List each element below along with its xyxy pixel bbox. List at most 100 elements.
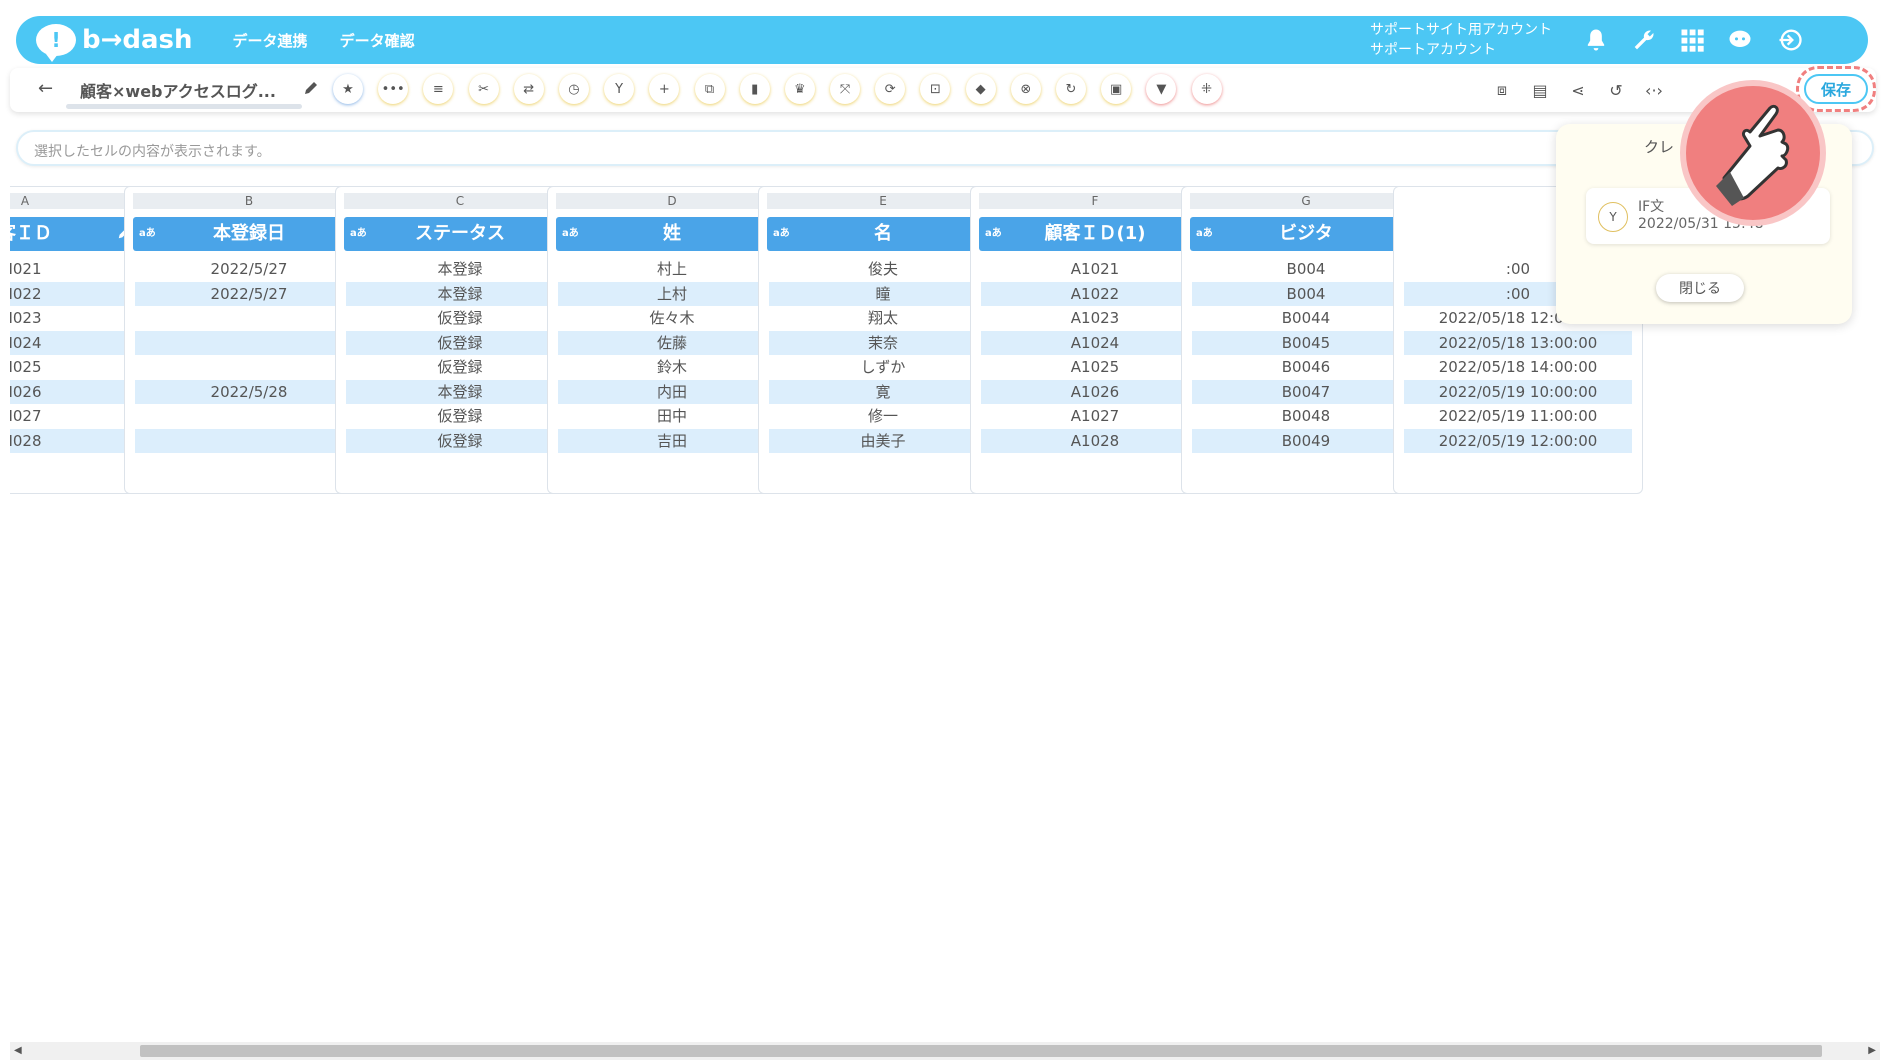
grid-cell[interactable]: 2022/05/19 11:00:00	[1404, 404, 1632, 428]
grid-cell[interactable]: 本登録	[346, 281, 574, 306]
grid-cell[interactable]: 2022/5/27	[135, 281, 363, 306]
grid-cell[interactable]: B0045	[1192, 330, 1420, 355]
grid-cell[interactable]: 佐々木	[558, 306, 786, 330]
grid-cell[interactable]: 2022/05/19 10:00:00	[1404, 379, 1632, 404]
grid-cell[interactable]: B0044	[1192, 306, 1420, 330]
grid-cell[interactable]: 2022/05/19 12:00:00	[1404, 428, 1632, 453]
grid-cell[interactable]: 2022/5/28	[135, 379, 363, 404]
scroll-right-arrow-icon[interactable]: ▶	[1868, 1045, 1876, 1056]
chat-icon[interactable]	[1726, 26, 1754, 54]
grid-cell[interactable]: I026	[10, 379, 139, 404]
grid-cell[interactable]: 2022/05/18 13:00:00	[1404, 330, 1632, 355]
grid-cell[interactable]: I027	[10, 404, 139, 428]
scroll-left-arrow-icon[interactable]: ◀	[14, 1045, 22, 1056]
grid-cell[interactable]	[135, 330, 363, 355]
grid-cell[interactable]: I024	[10, 330, 139, 355]
grid-icon[interactable]	[1678, 26, 1706, 54]
grid-cell[interactable]: A1026	[981, 379, 1209, 404]
nav-data-link[interactable]: データ連携	[233, 30, 308, 51]
edit-title-pencil-icon[interactable]	[303, 80, 319, 96]
grid-cell[interactable]: 寛	[769, 379, 997, 404]
grid-cell[interactable]: 仮登録	[346, 404, 574, 428]
column-header[interactable]: aあ 姓	[556, 217, 788, 251]
grid-cell[interactable]: しずか	[769, 355, 997, 379]
column-letter[interactable]: C	[344, 193, 576, 209]
grid-cell[interactable]: A1021	[981, 257, 1209, 281]
more-icon[interactable]: •••	[378, 74, 409, 104]
pattern-icon[interactable]: ⁜	[1191, 74, 1222, 104]
merge-icon[interactable]: ⇄	[513, 74, 544, 104]
crown-icon[interactable]: ♛	[784, 74, 815, 104]
column-letter[interactable]: D	[556, 193, 788, 209]
frame-icon[interactable]: ▣	[1101, 74, 1132, 104]
grid-cell[interactable]: 2022/5/27	[135, 257, 363, 281]
grid-cell[interactable]: 仮登録	[346, 355, 574, 379]
trash-icon[interactable]: ▮	[739, 74, 770, 104]
grid-cell[interactable]: 茉奈	[769, 330, 997, 355]
box-icon[interactable]: ◆	[965, 74, 996, 104]
grid-cell[interactable]: B004	[1192, 281, 1420, 306]
grid-cell[interactable]: 仮登録	[346, 306, 574, 330]
wrench-icon[interactable]	[1630, 26, 1658, 54]
clipboard-icon[interactable]: ▤	[1526, 76, 1554, 104]
history-icon[interactable]: ↺	[1602, 76, 1630, 104]
branch-icon[interactable]: Y	[604, 74, 635, 104]
grid-cell[interactable]: 仮登録	[346, 330, 574, 355]
grid-cell[interactable]: I023	[10, 306, 139, 330]
column-letter[interactable]: E	[767, 193, 999, 209]
plus-icon[interactable]: +	[649, 74, 680, 104]
grid-cell[interactable]	[135, 404, 363, 428]
column-letter[interactable]: B	[133, 193, 365, 209]
code-icon[interactable]: ‹·›	[1640, 76, 1668, 104]
grid-cell[interactable]: B0047	[1192, 379, 1420, 404]
grid-cell[interactable]: I028	[10, 428, 139, 453]
nav-data-check[interactable]: データ確認	[340, 30, 415, 51]
column-letter[interactable]: F	[979, 193, 1211, 209]
grid-cell[interactable]: 仮登録	[346, 428, 574, 453]
column-header[interactable]: aあ 本登録日	[133, 217, 365, 251]
grid-cell[interactable]: 修一	[769, 404, 997, 428]
grid-cell[interactable]: 2022/05/18 14:00:00	[1404, 355, 1632, 379]
grid-cell[interactable]: 由美子	[769, 428, 997, 453]
share-icon[interactable]: ⋖	[1564, 76, 1592, 104]
grid-cell[interactable]: A1025	[981, 355, 1209, 379]
grid-cell[interactable]: 村上	[558, 257, 786, 281]
grid-cell[interactable]: 鈴木	[558, 355, 786, 379]
grid-cell[interactable]: B0046	[1192, 355, 1420, 379]
flow-icon[interactable]: ⧈	[1488, 76, 1516, 104]
grid-cell[interactable]	[135, 355, 363, 379]
copy-icon[interactable]: ⧉	[694, 74, 725, 104]
grid-cell[interactable]: A1027	[981, 404, 1209, 428]
logout-icon[interactable]	[1776, 26, 1804, 54]
grid-cell[interactable]: B004	[1192, 257, 1420, 281]
account-info[interactable]: サポートサイト用アカウント サポートアカウント	[1370, 20, 1552, 60]
grid-cell[interactable]: A1022	[981, 281, 1209, 306]
grid-cell[interactable]: 翔太	[769, 306, 997, 330]
repeat-icon[interactable]: ⟳	[875, 74, 906, 104]
column-header[interactable]: 客ＩＤ	[10, 217, 141, 251]
grid-cell[interactable]: 本登録	[346, 257, 574, 281]
grid-cell[interactable]: 瞳	[769, 281, 997, 306]
grid-cell[interactable]: A1028	[981, 428, 1209, 453]
timer-icon[interactable]: ◷	[558, 74, 589, 104]
grid-cell[interactable]: A1023	[981, 306, 1209, 330]
grid-cell[interactable]: 本登録	[346, 379, 574, 404]
grid-cell[interactable]: B0049	[1192, 428, 1420, 453]
list-icon[interactable]: ≡	[423, 74, 454, 104]
grid-cell[interactable]: A1024	[981, 330, 1209, 355]
grid-cell[interactable]: 佐藤	[558, 330, 786, 355]
cancel-circle-icon[interactable]: ⊗	[1010, 74, 1041, 104]
grid-cell[interactable]: 俊夫	[769, 257, 997, 281]
grid-cell[interactable]: 内田	[558, 379, 786, 404]
filter-icon[interactable]: ▼	[1146, 74, 1177, 104]
logo[interactable]: ! b→dash	[36, 24, 193, 62]
bell-icon[interactable]	[1582, 26, 1610, 54]
column-letter[interactable]: G	[1190, 193, 1422, 209]
refresh-icon[interactable]: ↻	[1056, 74, 1086, 104]
grid-cell[interactable]: I022	[10, 281, 139, 306]
scissors-icon[interactable]: ✂	[468, 74, 499, 104]
grid-cell[interactable]	[135, 428, 363, 453]
scrollbar-thumb[interactable]	[140, 1045, 1822, 1057]
column-header[interactable]: aあ ステータス	[344, 217, 576, 251]
grid-cell[interactable]: I021	[10, 257, 139, 281]
